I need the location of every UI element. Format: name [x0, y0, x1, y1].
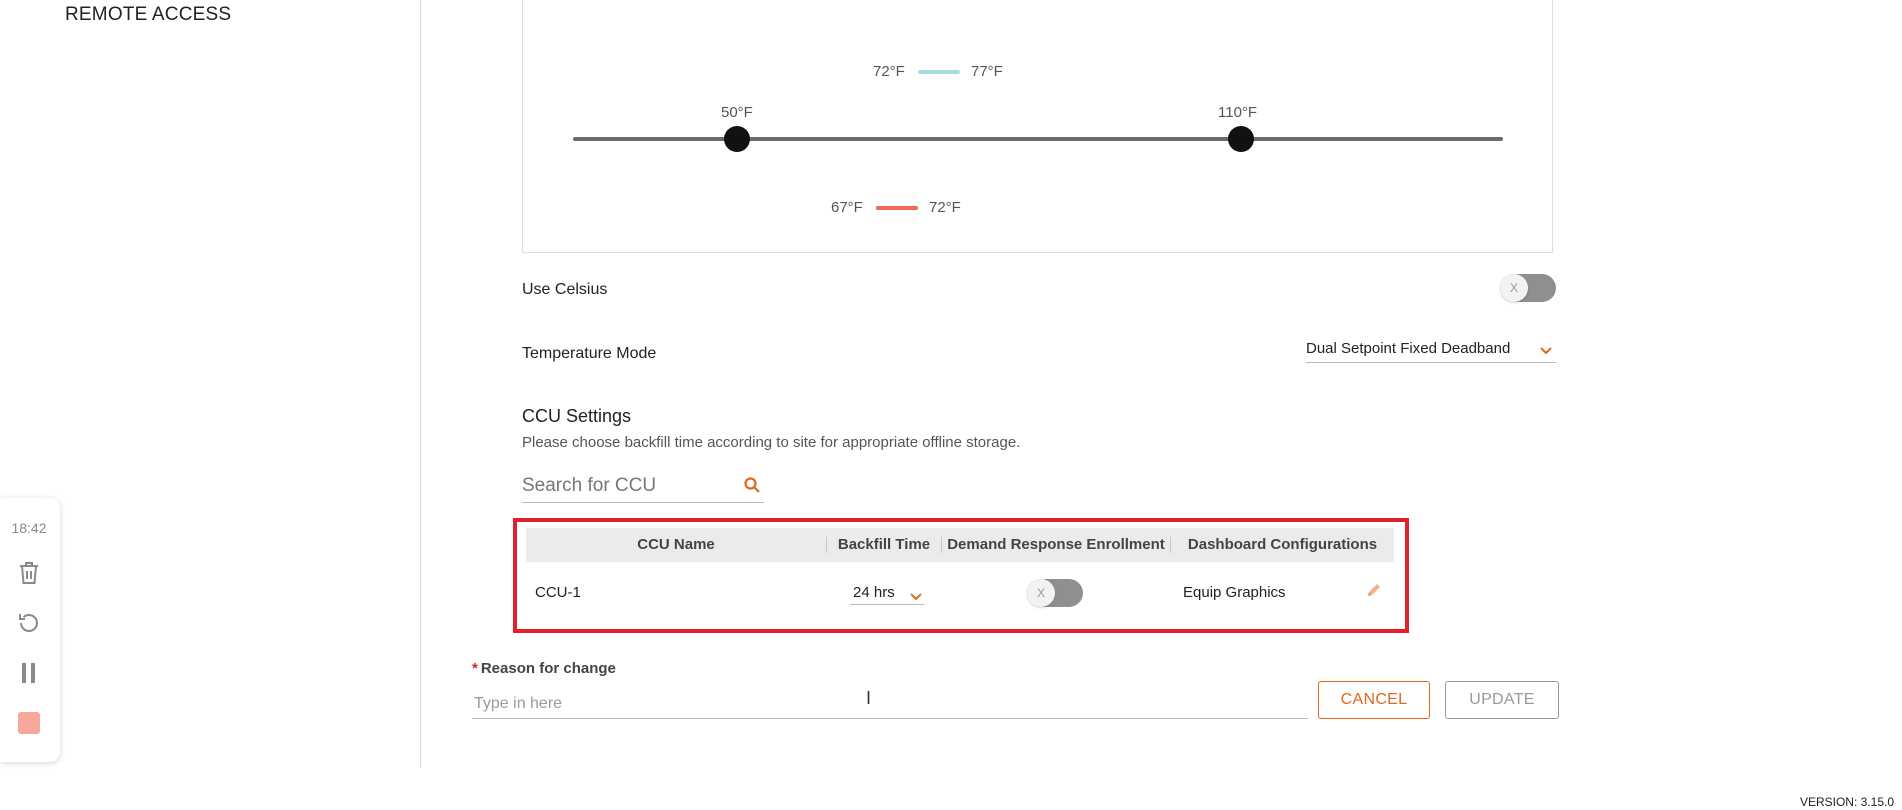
text-cursor-icon: I — [866, 688, 872, 708]
slider-min-handle[interactable] — [724, 126, 750, 152]
reason-label: * Reason for change — [472, 660, 616, 677]
backfill-time-value: 24 hrs — [853, 584, 895, 601]
reason-input[interactable] — [472, 690, 1308, 719]
ccu-settings-title: CCU Settings — [522, 406, 632, 426]
pencil-icon[interactable] — [1366, 582, 1382, 603]
sidebar-item-remote-access[interactable]: REMOTE ACCESS — [65, 4, 231, 26]
cooling-min-label: 72°F — [873, 63, 905, 80]
ccu-table: CCU Name Backfill Time Demand Response E… — [513, 518, 1409, 633]
column-header-ccu-name: CCU Name — [637, 536, 715, 553]
range-slider-track[interactable] — [573, 137, 1503, 141]
slider-max-handle[interactable] — [1228, 126, 1254, 152]
cancel-button[interactable]: CANCEL — [1318, 681, 1430, 719]
backfill-time-select[interactable]: 24 hrs — [850, 582, 924, 605]
stop-icon[interactable] — [16, 710, 42, 736]
demand-response-toggle[interactable]: X — [1027, 579, 1083, 607]
heating-min-label: 67°F — [831, 199, 863, 216]
chevron-down-icon — [1540, 342, 1552, 358]
ccu-name-cell: CCU-1 — [535, 584, 581, 601]
temperature-mode-value: Dual Setpoint Fixed Deadband — [1306, 340, 1511, 357]
slider-min-label: 50°F — [721, 104, 753, 121]
ccu-settings-subtitle: Please choose backfill time according to… — [522, 434, 1021, 451]
version-label: VERSION: 3.15.0 — [1799, 795, 1894, 809]
heating-max-label: 72°F — [929, 199, 961, 216]
recorder-panel: 18:42 — [0, 498, 60, 762]
trash-icon[interactable] — [16, 560, 42, 586]
page: REMOTE ACCESS 18:42 72°F 77°F 50°F 110°F… — [0, 0, 1902, 810]
search-icon[interactable] — [744, 477, 760, 498]
toggle-off-icon: X — [1500, 274, 1528, 302]
chevron-down-icon — [910, 588, 922, 604]
cooling-max-label: 77°F — [971, 63, 1003, 80]
heating-range-swatch — [876, 206, 918, 210]
table-header: CCU Name Backfill Time Demand Response E… — [526, 528, 1394, 562]
required-mark: * — [472, 660, 478, 677]
slider-max-label: 110°F — [1218, 104, 1258, 121]
temperature-range-card — [522, 0, 1553, 253]
sidebar-divider — [420, 0, 421, 768]
reason-label-text: Reason for change — [480, 660, 616, 677]
column-header-dashboard-config: Dashboard Configurations — [1187, 536, 1378, 553]
dashboard-config-cell: Equip Graphics — [1183, 584, 1286, 601]
use-celsius-label: Use Celsius — [522, 281, 608, 298]
toggle-off-icon: X — [1027, 579, 1055, 607]
temperature-mode-select[interactable]: Dual Setpoint Fixed Deadband — [1306, 338, 1556, 363]
column-header-demand-response: Demand Response Enrollment — [947, 536, 1165, 553]
update-button[interactable]: UPDATE — [1445, 681, 1559, 719]
cooling-range-swatch — [918, 70, 960, 74]
use-celsius-toggle[interactable]: X — [1500, 274, 1556, 302]
ccu-search-input[interactable] — [522, 472, 722, 500]
recorder-time: 18:42 — [11, 520, 47, 536]
temperature-mode-label: Temperature Mode — [522, 345, 657, 362]
column-header-backfill-time: Backfill Time — [837, 536, 931, 553]
restart-icon[interactable] — [16, 610, 42, 636]
ccu-search — [522, 472, 764, 503]
pause-icon[interactable] — [16, 660, 42, 686]
